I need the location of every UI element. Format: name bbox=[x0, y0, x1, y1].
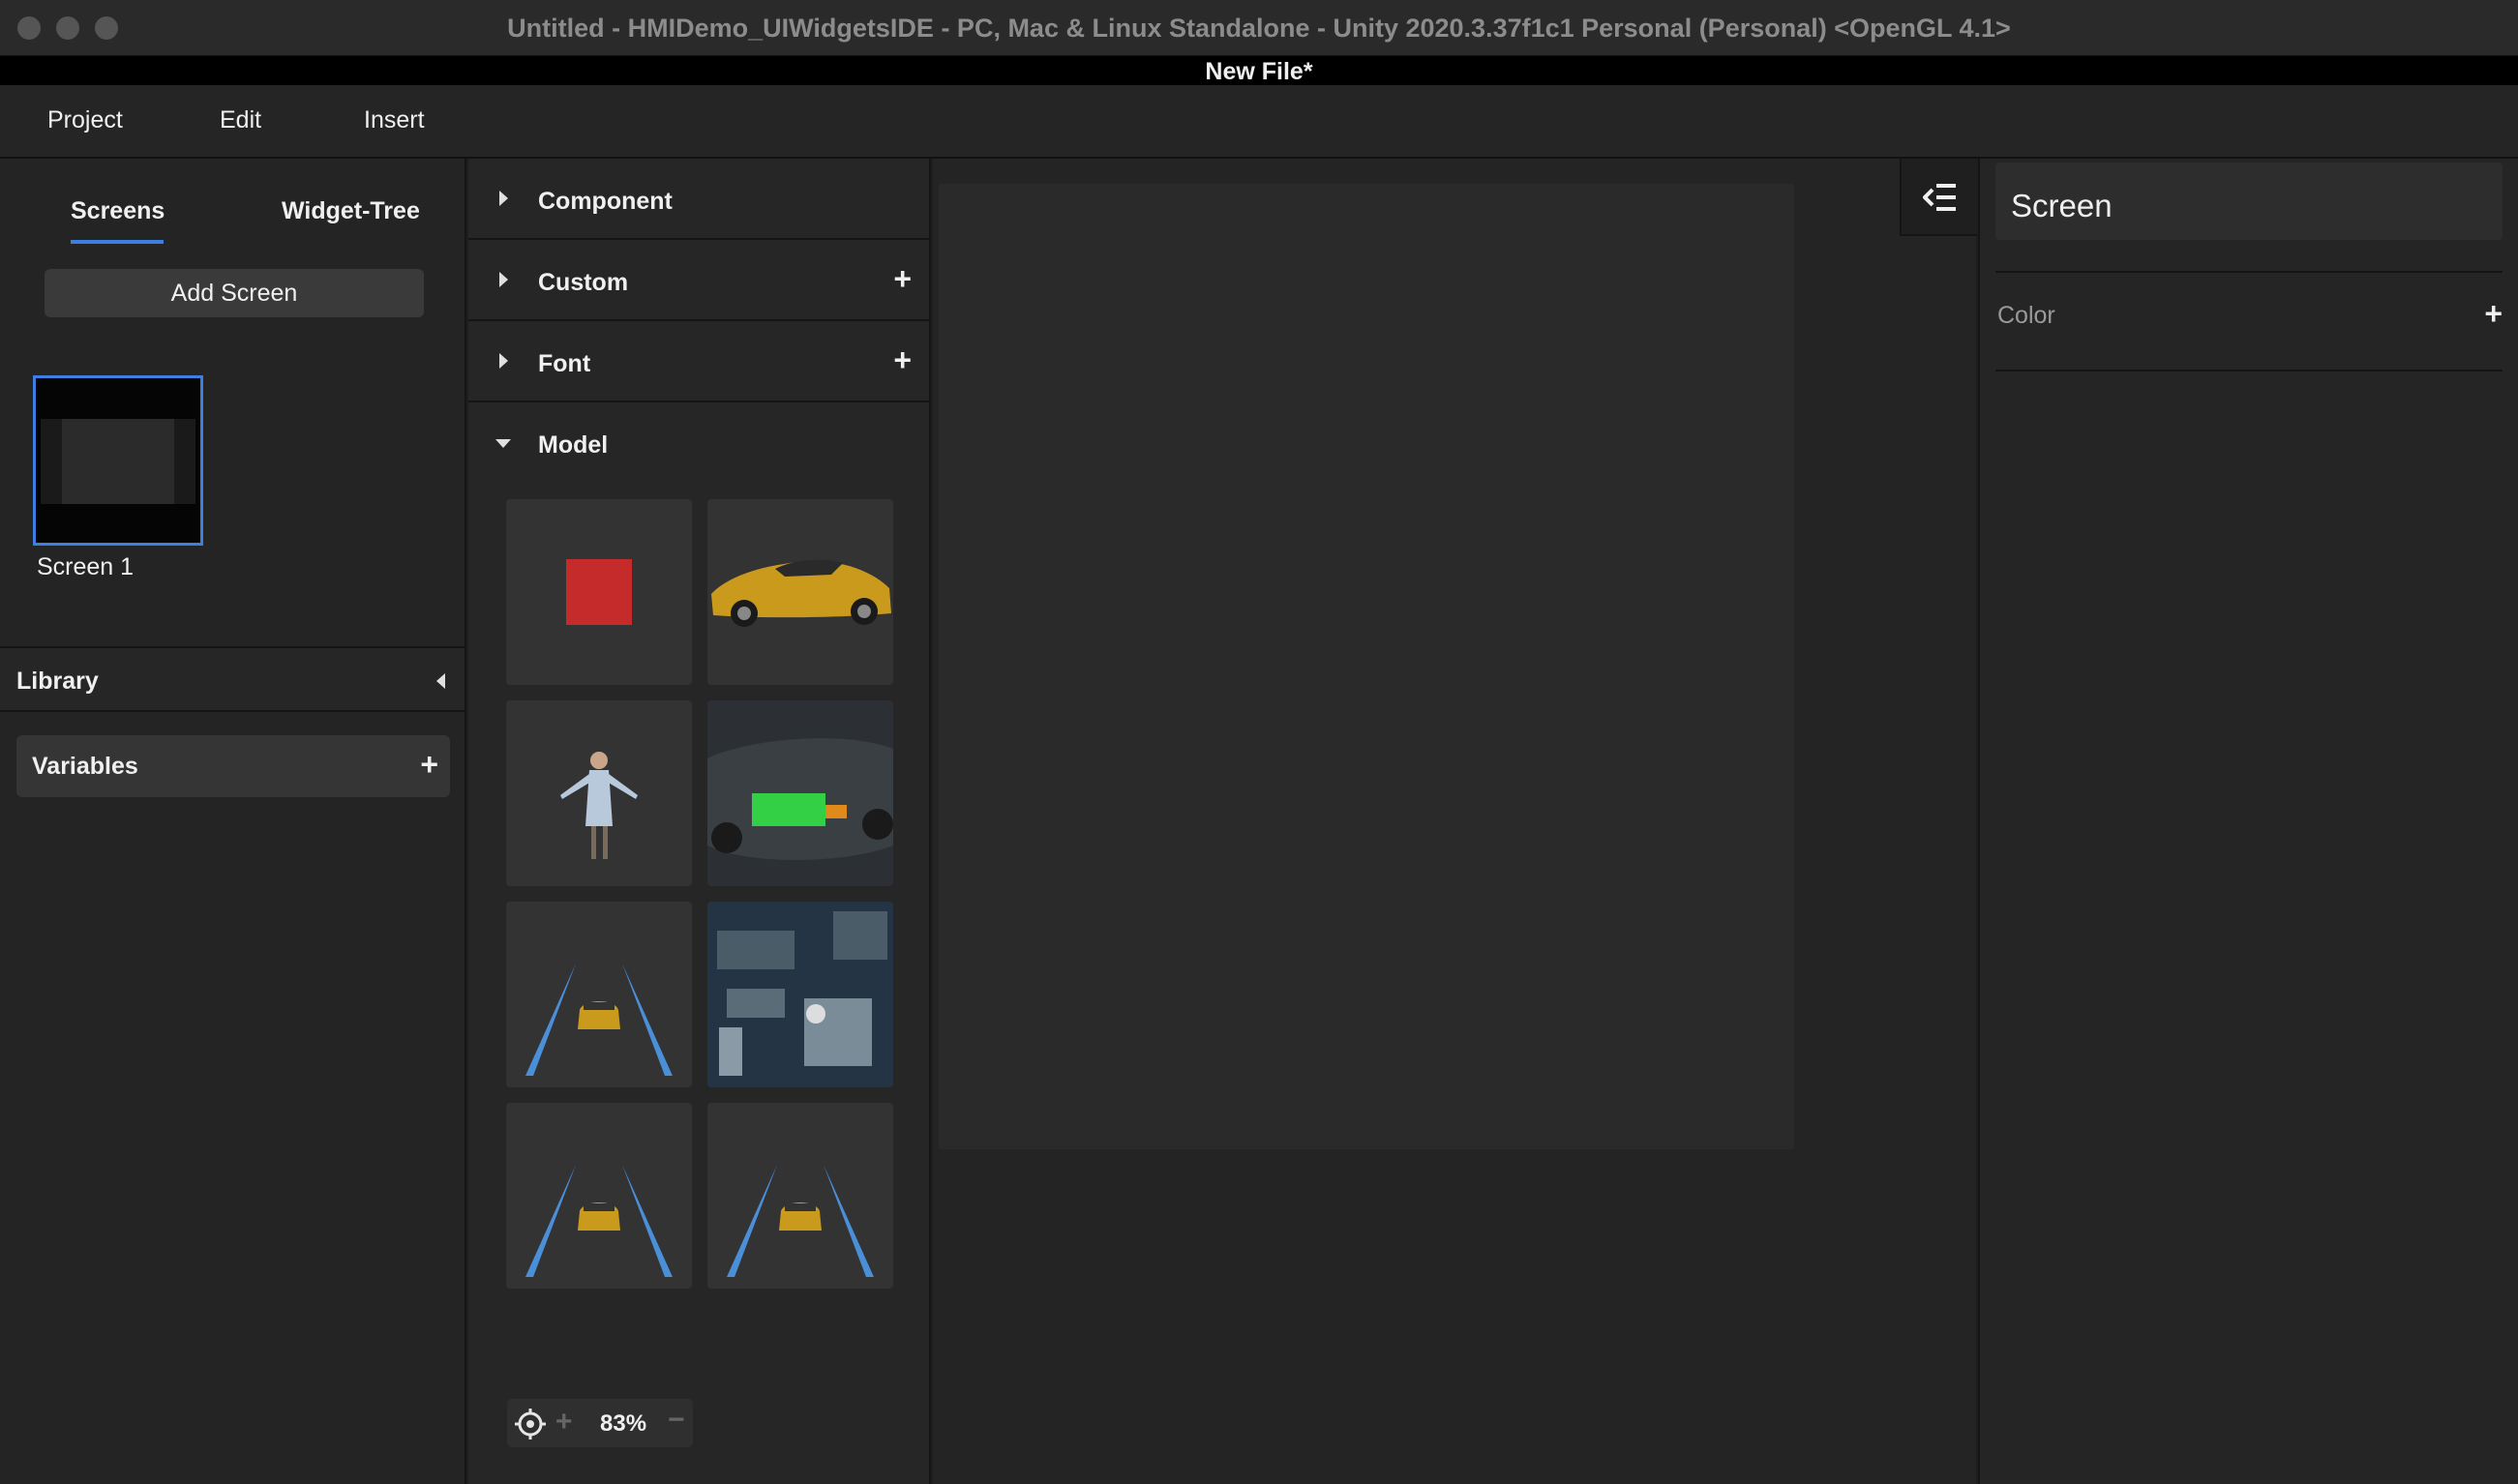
section-label: Custom bbox=[538, 269, 629, 296]
screen-thumbnail-preview bbox=[41, 419, 195, 504]
model-tile-city-map[interactable] bbox=[707, 902, 893, 1087]
tab-screens[interactable]: Screens bbox=[71, 197, 165, 225]
target-icon[interactable] bbox=[515, 1409, 546, 1439]
model-tile-sports-car[interactable] bbox=[707, 499, 893, 685]
car-lane-lines-model-icon bbox=[525, 964, 673, 1076]
color-property-label: Color bbox=[1997, 302, 2055, 329]
model-tile-lane-car-1[interactable] bbox=[506, 902, 692, 1087]
city-map-model-icon bbox=[707, 902, 893, 1087]
variables-label: Variables bbox=[32, 753, 138, 780]
expand-arrow-icon bbox=[499, 353, 508, 369]
model-tile-red-cube[interactable] bbox=[506, 499, 692, 685]
add-screen-button[interactable]: Add Screen bbox=[45, 269, 424, 317]
screen-name-label: Screen 1 bbox=[37, 553, 135, 580]
model-tile-lane-car-3[interactable] bbox=[707, 1103, 893, 1289]
window-title-bar: Untitled - HMIDemo_UIWidgetsIDE - PC, Ma… bbox=[0, 0, 2518, 56]
character-model-icon bbox=[560, 752, 638, 859]
add-custom-icon[interactable]: + bbox=[893, 263, 912, 294]
collapse-panel-icon bbox=[1923, 184, 1956, 211]
canvas-screen[interactable] bbox=[939, 184, 1794, 1149]
model-tile-lane-car-2[interactable] bbox=[506, 1103, 692, 1289]
variables-row[interactable]: Variables + bbox=[16, 735, 450, 797]
active-tab-indicator bbox=[71, 240, 164, 244]
screen-thumbnail[interactable] bbox=[33, 375, 203, 546]
document-title: New File* bbox=[1205, 58, 1313, 85]
section-component[interactable]: Component bbox=[468, 159, 931, 240]
divider bbox=[1995, 271, 2503, 273]
section-model[interactable]: Model bbox=[468, 402, 931, 484]
zoom-out-icon[interactable]: − bbox=[668, 1406, 685, 1435]
zoom-value: 83% bbox=[600, 1410, 647, 1437]
menu-project[interactable]: Project bbox=[47, 106, 123, 134]
asset-panel: Component Custom + Font + Model + 83% − bbox=[468, 159, 931, 1484]
model-tile-ev-chassis[interactable] bbox=[707, 700, 893, 886]
section-font[interactable]: Font + bbox=[468, 321, 931, 402]
menu-edit[interactable]: Edit bbox=[220, 106, 261, 134]
menu-bar: Project Edit Insert bbox=[0, 85, 2518, 159]
section-custom[interactable]: Custom + bbox=[468, 240, 931, 321]
zoom-in-icon[interactable]: + bbox=[555, 1408, 573, 1437]
car-lane-lines-model-icon bbox=[727, 1165, 874, 1277]
zoom-control: + 83% − bbox=[507, 1399, 693, 1447]
model-tile-character[interactable] bbox=[506, 700, 692, 886]
caret-left-icon[interactable] bbox=[436, 673, 445, 689]
collapse-inspector-button[interactable] bbox=[1900, 159, 1977, 236]
ev-chassis-battery-model-icon bbox=[707, 700, 893, 886]
inspector-title: Screen bbox=[2011, 188, 2113, 223]
inspector-title-box: Screen bbox=[1995, 163, 2503, 240]
library-label: Library bbox=[16, 668, 99, 695]
tab-widget-tree[interactable]: Widget-Tree bbox=[282, 197, 420, 225]
menu-insert[interactable]: Insert bbox=[364, 106, 425, 134]
left-panel: Screens Widget-Tree Add Screen Screen 1 … bbox=[0, 159, 466, 1484]
add-color-icon[interactable]: + bbox=[2484, 298, 2503, 329]
add-variable-icon[interactable]: + bbox=[420, 749, 438, 780]
document-bar: New File* bbox=[0, 56, 2518, 85]
section-label: Font bbox=[538, 350, 591, 377]
library-header[interactable]: Library bbox=[0, 646, 465, 712]
section-label: Component bbox=[538, 188, 673, 215]
add-font-icon[interactable]: + bbox=[893, 344, 912, 375]
expand-arrow-icon bbox=[499, 191, 508, 206]
window-title: Untitled - HMIDemo_UIWidgetsIDE - PC, Ma… bbox=[507, 14, 2011, 43]
sports-car-model-icon bbox=[711, 559, 891, 627]
expand-arrow-icon bbox=[499, 272, 508, 287]
red-cube-model-icon bbox=[566, 559, 632, 625]
section-label: Model bbox=[538, 431, 609, 459]
collapse-arrow-icon bbox=[495, 439, 511, 448]
canvas-area[interactable] bbox=[933, 159, 1976, 1484]
car-lane-lines-model-icon bbox=[525, 1165, 673, 1277]
divider bbox=[1995, 370, 2503, 371]
inspector-panel: Screen Color + bbox=[1978, 159, 2518, 1484]
